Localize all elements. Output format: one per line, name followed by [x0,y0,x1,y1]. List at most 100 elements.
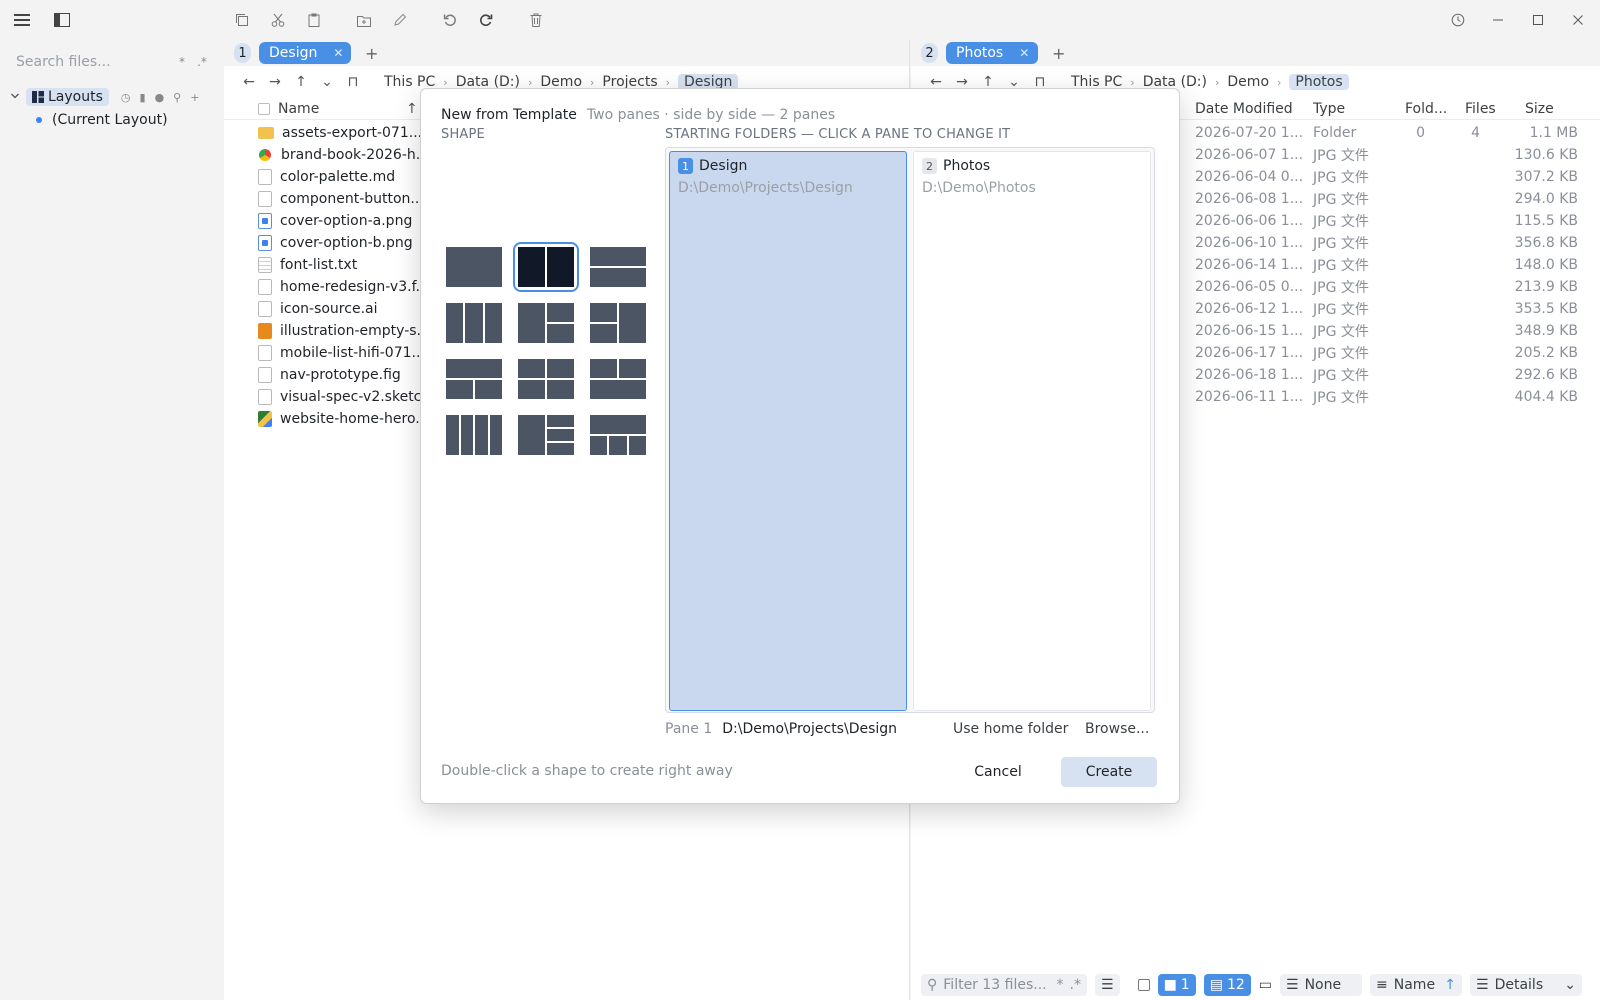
cell-type: JPG 文件 [1313,390,1369,406]
forward-arrow-icon[interactable]: → [262,74,288,90]
pane-2-number: 2 [921,43,938,63]
back-arrow-icon[interactable]: ← [236,74,262,90]
sort-ascending-icon[interactable]: ↑ [1444,977,1456,993]
group-by-dropdown[interactable]: ☰ None [1280,974,1363,996]
shape-single-pane[interactable] [446,247,502,287]
wildcard-toggle[interactable]: * [1057,977,1064,993]
column-files[interactable]: Files [1465,101,1496,117]
active-dot-icon [36,117,42,123]
cell-date: 2026-06-18 1... [1195,367,1304,383]
copy-icon[interactable] [232,10,252,30]
create-button[interactable]: Create [1061,757,1157,787]
shape-left-plus-three-stack[interactable] [518,415,574,455]
shape-four-grid[interactable] [518,359,574,399]
new-folder-icon[interactable] [354,10,374,30]
history-icon[interactable] [1448,10,1468,30]
undo-icon[interactable] [440,10,460,30]
paste-icon[interactable] [304,10,324,30]
file-icon [258,389,272,405]
history-dropdown-icon[interactable]: ⌄ [314,74,340,90]
shape-three-columns[interactable] [446,303,502,343]
column-type[interactable]: Type [1313,101,1345,117]
file-count-badge[interactable]: ▤ 12 [1203,974,1251,996]
minimize-icon[interactable] [1488,10,1508,30]
pane-2-folder-name: Photos [943,158,991,174]
add-tab-icon[interactable]: + [365,44,378,63]
pane-path-row: Pane 1 D:\Demo\Projects\Design [665,721,897,737]
cell-type: JPG 文件 [1313,324,1369,340]
column-date-modified[interactable]: Date Modified [1195,101,1293,117]
close-window-icon[interactable] [1568,10,1588,30]
list-options-icon[interactable]: ☰ [1095,974,1120,996]
cell-type: JPG 文件 [1313,302,1369,318]
bookmark-icon[interactable]: ⊓ [340,74,366,90]
regex-toggle[interactable]: .* [192,55,212,69]
cell-date: 2026-06-17 1... [1195,345,1304,361]
cell-date: 2026-06-04 0... [1195,169,1304,185]
column-folders[interactable]: Fold... [1405,101,1447,117]
folder-pane-2[interactable]: 2 Photos D:\Demo\Photos [913,151,1151,711]
folder-pane-1[interactable]: 1 Design D:\Demo\Projects\Design [669,151,907,711]
cell-size: 307.2 KB [1514,169,1578,185]
cell-date: 2026-06-08 1... [1195,191,1304,207]
current-layout-item[interactable]: (Current Layout) [36,112,168,128]
column-name[interactable]: Name [278,101,406,117]
bookmark-layouts-icon[interactable]: ▮ [140,91,146,104]
crumb-photos[interactable]: Photos [1289,74,1349,90]
column-size[interactable]: Size [1525,101,1554,117]
file-name: website-home-hero... [280,411,429,427]
share-layouts-icon[interactable]: ● [155,91,165,104]
sidebar-search[interactable]: Search files... * .* [16,52,212,72]
rename-pencil-icon[interactable] [390,10,410,30]
cell-type: JPG 文件 [1313,214,1369,230]
folder-count-badge[interactable]: ■ 1 [1157,974,1196,996]
sort-ascending-icon[interactable]: ↑ [406,101,418,117]
shape-four-columns[interactable] [446,415,502,455]
shape-top-plus-two-bottom[interactable] [446,359,502,399]
preview-toggle-icon[interactable]: ▭ [1259,977,1272,993]
use-home-folder-button[interactable]: Use home folder [953,721,1068,737]
delete-trash-icon[interactable] [526,10,546,30]
crumb-demo[interactable]: Demo [1227,74,1269,90]
cell-date: 2026-06-15 1... [1195,323,1304,339]
sort-by-dropdown[interactable]: ≡ Name ↑ [1370,974,1463,996]
image-editor-file-icon [258,411,272,427]
add-layout-icon[interactable]: + [190,91,199,104]
tab-design[interactable]: Design ✕ [259,42,351,64]
close-tab-icon[interactable]: ✕ [1019,46,1029,60]
expand-chevron-icon[interactable] [10,89,20,105]
file-icon [258,279,272,295]
select-checkbox[interactable] [1137,979,1150,991]
filter-input[interactable]: ⚲ Filter 13 files... * .* [921,974,1087,996]
select-all-checkbox[interactable] [258,102,270,115]
redo-icon[interactable] [476,10,496,30]
recent-layouts-icon[interactable]: ◷ [121,91,131,104]
up-arrow-icon[interactable]: ↑ [288,74,314,90]
toggle-sidebar-icon[interactable] [52,10,72,30]
shape-left-plus-right-stack[interactable] [518,303,574,343]
view-mode-dropdown[interactable]: ☰ Details ⌄ [1470,974,1583,996]
shape-left-stack-plus-right[interactable] [590,303,646,343]
current-layout-label: (Current Layout) [52,112,168,128]
shape-two-panes-side-by-side[interactable] [513,242,579,292]
browse-button[interactable]: Browse... [1085,721,1149,737]
wildcard-toggle[interactable]: * [172,55,192,69]
file-icon [258,367,272,383]
shape-two-panes-stacked[interactable] [590,247,646,287]
pane-path-field[interactable]: D:\Demo\Projects\Design [722,721,897,737]
pin-layouts-icon[interactable]: ⚲ [173,91,181,104]
add-tab-icon[interactable]: + [1052,44,1065,63]
search-files-input[interactable]: Search files... [16,54,172,70]
folder-icon [258,127,274,139]
cell-date: 2026-06-12 1... [1195,301,1304,317]
close-tab-icon[interactable]: ✕ [333,46,343,60]
regex-toggle[interactable]: .* [1070,977,1081,993]
maximize-icon[interactable] [1528,10,1548,30]
hamburger-menu-icon[interactable] [12,10,32,30]
shape-top-plus-three-bottom[interactable] [590,415,646,455]
cut-icon[interactable] [268,10,288,30]
shape-two-top-plus-bottom[interactable] [590,359,646,399]
tab-photos[interactable]: Photos ✕ [946,42,1038,64]
cancel-button[interactable]: Cancel [953,757,1043,787]
layouts-node[interactable]: Layouts [26,88,109,106]
